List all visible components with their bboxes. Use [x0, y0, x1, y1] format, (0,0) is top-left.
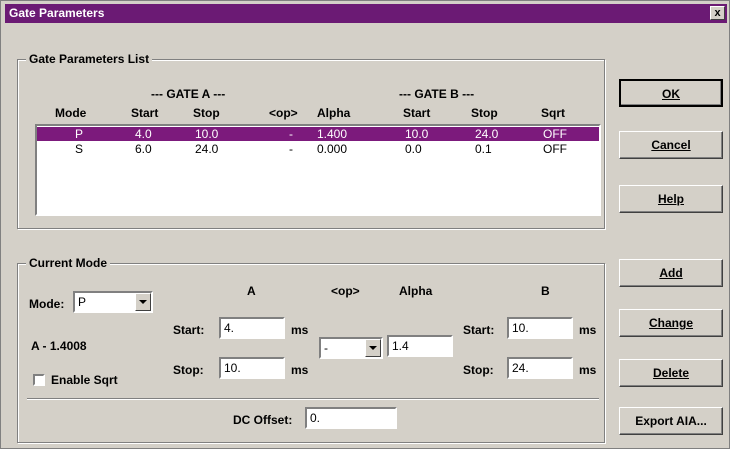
a-start-label: Start:: [173, 323, 205, 337]
mode-label: Mode:: [29, 297, 65, 311]
title-bar: Gate Parameters x: [5, 4, 727, 23]
delete-button-label: Delete: [652, 366, 690, 380]
cell-b-stop: 0.1: [475, 142, 492, 156]
cell-op: -: [289, 127, 293, 141]
cell-mode: S: [75, 142, 84, 156]
a-stop-input[interactable]: 10.: [219, 357, 285, 379]
enable-sqrt-label: Enable Sqrt: [51, 373, 118, 387]
export-aia-button[interactable]: Export AIA...: [619, 407, 723, 435]
dc-offset-label: DC Offset:: [233, 413, 293, 427]
cell-b-start: 0.0: [405, 142, 422, 156]
col-op-label: <op>: [331, 284, 360, 298]
help-button[interactable]: Help: [619, 185, 723, 213]
col-a-stop: Stop: [193, 106, 220, 120]
export-aia-button-label: Export AIA...: [635, 414, 707, 428]
col-mode: Mode: [55, 106, 87, 120]
change-button[interactable]: Change: [619, 309, 723, 337]
alpha-input[interactable]: 1.4: [387, 335, 453, 357]
col-alpha: Alpha: [317, 106, 351, 120]
delete-button[interactable]: Delete: [619, 359, 723, 387]
op-combo[interactable]: -: [319, 337, 383, 359]
help-button-label: Help: [657, 192, 684, 206]
cancel-button[interactable]: Cancel: [619, 131, 723, 159]
col-b-stop: Stop: [471, 106, 498, 120]
a-start-unit: ms: [291, 323, 309, 337]
b-stop-label: Stop:: [463, 363, 494, 377]
change-button-label: Change: [648, 316, 693, 330]
cell-sqrt: OFF: [543, 142, 567, 156]
close-button[interactable]: x: [710, 6, 725, 20]
enable-sqrt-checkbox[interactable]: [33, 374, 45, 386]
b-start-unit: ms: [579, 323, 597, 337]
cell-alpha: 1.400: [317, 127, 348, 141]
dc-offset-input[interactable]: 0.: [305, 407, 397, 429]
ok-button-label: OK: [662, 87, 680, 101]
list-row-s[interactable]: S 6.0 24.0 - 0.000 0.0 0.1 OFF: [37, 142, 599, 156]
b-start-label: Start:: [463, 323, 495, 337]
gate-b-header: --- GATE B ---: [399, 87, 475, 101]
add-button[interactable]: Add: [619, 259, 723, 287]
gate-a-header: --- GATE A ---: [151, 87, 226, 101]
cell-sqrt: OFF: [543, 127, 567, 141]
dc-offset-separator: [27, 398, 599, 400]
ok-button[interactable]: OK: [619, 79, 723, 107]
list-row-p[interactable]: P 4.0 10.0 - 1.400 10.0 24.0 OFF: [37, 127, 599, 141]
b-stop-input[interactable]: 24.: [507, 357, 573, 379]
col-a-label: A: [247, 284, 256, 298]
mode-dropdown-arrow-icon[interactable]: [135, 293, 151, 311]
col-b-start: Start: [403, 106, 431, 120]
cell-a-stop: 24.0: [195, 142, 219, 156]
window-title: Gate Parameters: [9, 6, 105, 20]
b-start-input[interactable]: 10.: [507, 317, 573, 339]
cell-a-start: 4.0: [135, 127, 152, 141]
cell-b-stop: 24.0: [475, 127, 499, 141]
gate-parameters-list-title: Gate Parameters List: [26, 52, 153, 66]
a-start-input[interactable]: 4.: [219, 317, 285, 339]
a-stop-unit: ms: [291, 363, 309, 377]
col-alpha-label: Alpha: [399, 284, 433, 298]
a-stop-label: Stop:: [173, 363, 204, 377]
add-button-label: Add: [659, 266, 683, 280]
cell-op: -: [289, 142, 293, 156]
gate-parameters-listbox[interactable]: P 4.0 10.0 - 1.400 10.0 24.0 OFF S 6.0 2…: [35, 124, 601, 216]
cell-a-stop: 10.0: [195, 127, 219, 141]
op-combo-value: -: [324, 341, 328, 355]
col-b-label: B: [541, 284, 550, 298]
mode-combo[interactable]: P: [73, 291, 153, 313]
gate-parameters-dialog: Gate Parameters x Gate Parameters List -…: [0, 0, 730, 449]
cancel-button-label: Cancel: [651, 138, 691, 152]
col-sqrt: Sqrt: [541, 106, 565, 120]
b-stop-unit: ms: [579, 363, 597, 377]
mode-combo-value: P: [78, 295, 87, 309]
cell-mode: P: [75, 127, 84, 141]
cell-b-start: 10.0: [405, 127, 429, 141]
current-mode-title: Current Mode: [26, 256, 110, 270]
op-dropdown-arrow-icon[interactable]: [365, 339, 381, 357]
col-op: <op>: [269, 106, 298, 120]
formula-text: A - 1.4008: [31, 339, 87, 353]
cell-alpha: 0.000: [317, 142, 348, 156]
col-a-start: Start: [131, 106, 159, 120]
cell-a-start: 6.0: [135, 142, 152, 156]
